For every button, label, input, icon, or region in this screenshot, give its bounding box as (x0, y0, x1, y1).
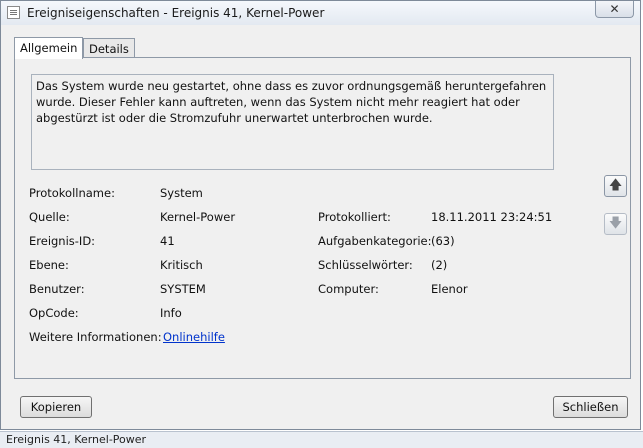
event-viewer-icon (7, 6, 20, 19)
value-benutzer: SYSTEM (160, 282, 206, 296)
event-description[interactable]: Das System wurde neu gestartet, ohne das… (31, 74, 554, 170)
value-protokollname: System (160, 186, 203, 200)
event-properties-dialog: Ereigniseigenschaften - Ereignis 41, Ker… (0, 0, 641, 430)
general-tab-panel: Das System wurde neu gestartet, ohne das… (14, 57, 631, 379)
arrow-down-icon: 🡇 (608, 216, 623, 231)
label-benutzer: Benutzer: (29, 282, 85, 296)
arrow-up-icon: 🡅 (608, 178, 623, 193)
background-row-text: Ereignis 41, Kernel-Power (6, 433, 147, 446)
title-bar: Ereigniseigenschaften - Ereignis 41, Ker… (1, 1, 640, 25)
value-protokolliert: 18.11.2011 23:24:51 (431, 210, 553, 224)
tab-allgemein-label: Allgemein (20, 41, 78, 55)
value-ebene: Kritisch (160, 258, 203, 272)
label-weitere-informationen: Weitere Informationen: (29, 330, 162, 344)
label-ebene: Ebene: (29, 258, 69, 272)
label-computer: Computer: (318, 282, 379, 296)
close-window-button[interactable]: ✕ (595, 1, 634, 18)
value-schluesselwoerter: (2) (431, 258, 448, 272)
label-opcode: OpCode: (29, 306, 79, 320)
label-schluesselwoerter: Schlüsselwörter: (318, 258, 413, 272)
window-title: Ereigniseigenschaften - Ereignis 41, Ker… (27, 6, 325, 20)
value-computer: Elenor (431, 282, 468, 296)
label-ereignis-id: Ereignis-ID: (29, 234, 96, 248)
close-button[interactable]: Schließen (553, 396, 628, 418)
onlinehilfe-link[interactable]: Onlinehilfe (163, 330, 225, 344)
background-list-row: Ereignis 41, Kernel-Power (0, 431, 643, 448)
value-ereignis-id: 41 (160, 234, 175, 248)
next-event-button[interactable]: 🡇 (604, 213, 627, 235)
label-protokolliert: Protokolliert: (318, 210, 391, 224)
label-quelle: Quelle: (29, 210, 70, 224)
value-aufgabenkategorie: (63) (431, 234, 455, 248)
tab-details[interactable]: Details (83, 38, 135, 58)
previous-event-button[interactable]: 🡅 (604, 175, 627, 197)
tab-details-label: Details (89, 42, 129, 56)
value-quelle: Kernel-Power (160, 210, 236, 224)
label-protokollname: Protokollname: (29, 186, 115, 200)
tab-allgemein[interactable]: Allgemein (14, 37, 84, 59)
value-opcode: Info (160, 306, 182, 320)
label-aufgabenkategorie: Aufgabenkategorie: (318, 234, 432, 248)
copy-button[interactable]: Kopieren (20, 396, 92, 418)
